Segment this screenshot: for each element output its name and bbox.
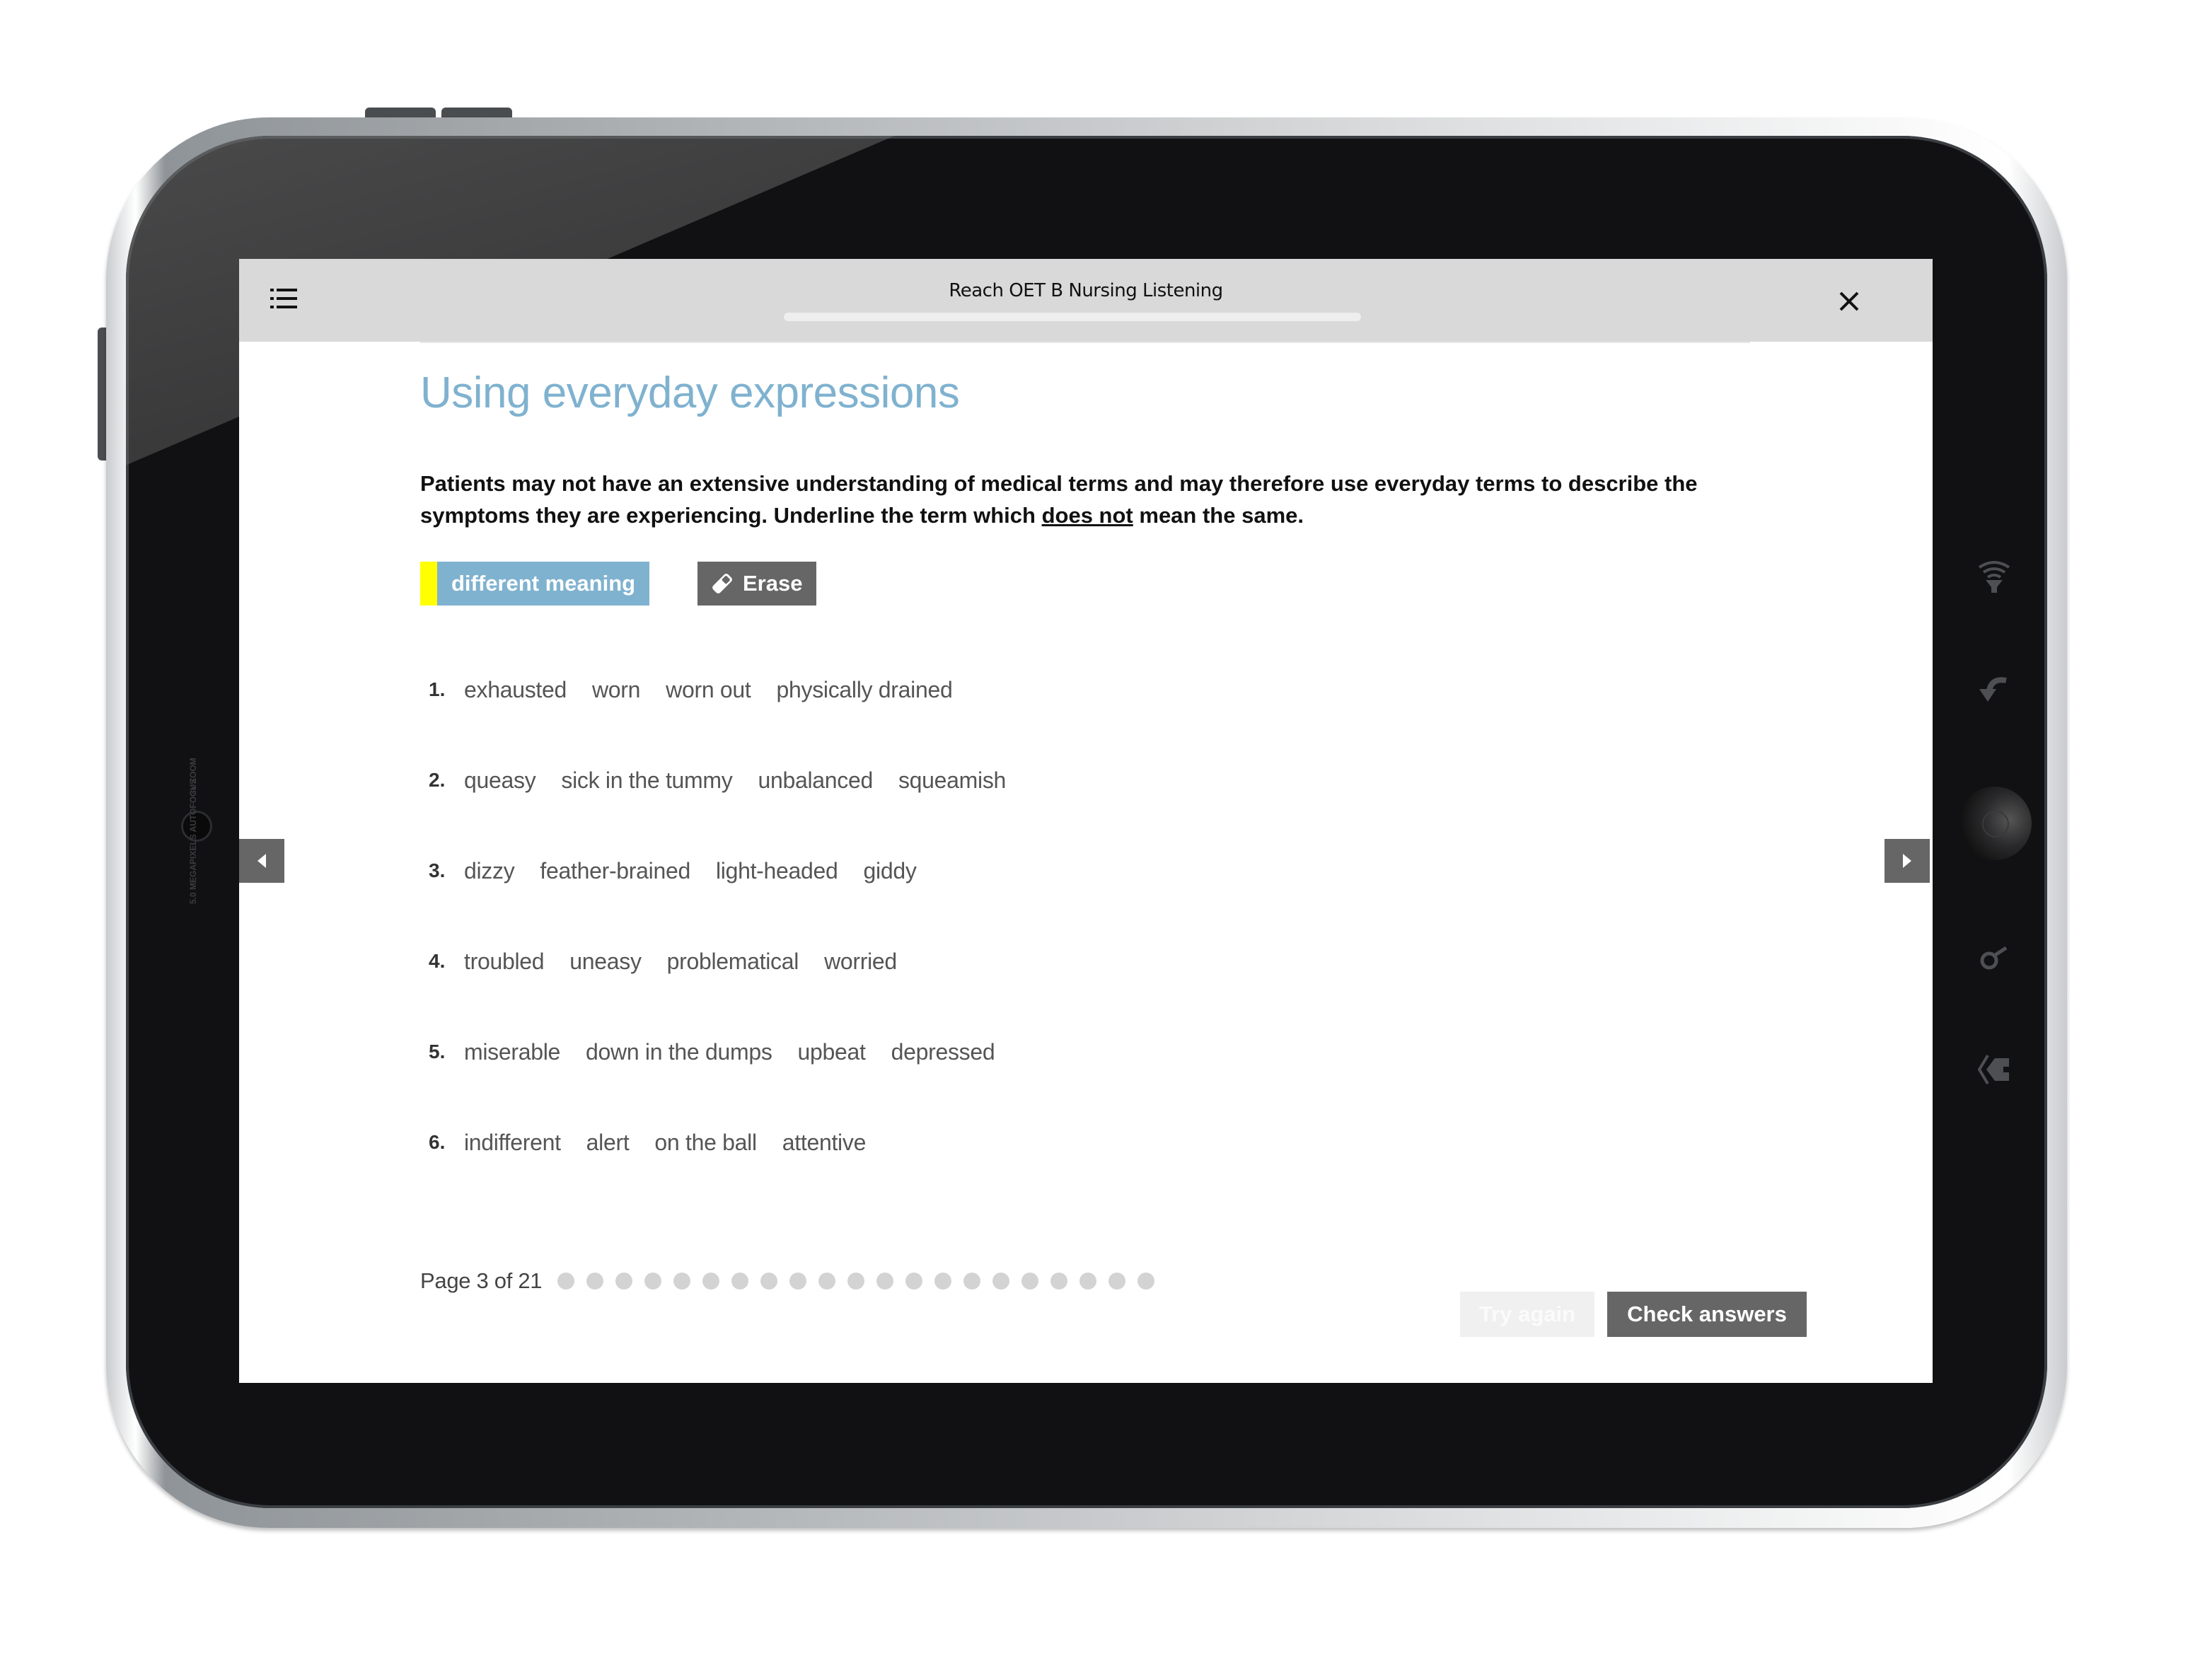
app-header: Reach OET B Nursing Listening bbox=[239, 259, 1933, 342]
camera-mp-label: 5.0 MEGAPIXELS AUTOFOCUS bbox=[188, 778, 198, 904]
answer-option[interactable]: troubled bbox=[464, 949, 545, 975]
page-dot[interactable] bbox=[1050, 1273, 1068, 1290]
app-screen: Reach OET B Nursing Listening Using ever… bbox=[239, 259, 1933, 1383]
page-dot[interactable] bbox=[992, 1273, 1010, 1290]
page-dot[interactable] bbox=[557, 1273, 575, 1290]
answer-option[interactable]: worn out bbox=[666, 677, 751, 703]
question-row: 2. queasy sick in the tummy unbalanced squea… bbox=[429, 759, 1031, 801]
page-dot[interactable] bbox=[702, 1273, 720, 1290]
try-again-button[interactable]: Try again bbox=[1460, 1292, 1594, 1337]
answer-option[interactable]: alert bbox=[586, 1130, 630, 1156]
answer-option[interactable]: problematical bbox=[667, 949, 799, 975]
next-page-button[interactable] bbox=[1885, 839, 1930, 883]
back-icon bbox=[1979, 677, 2007, 702]
highlight-tool-label: different meaning bbox=[451, 571, 636, 596]
instruction-text-end: mean the same. bbox=[1133, 503, 1304, 528]
question-number: 5. bbox=[429, 1041, 446, 1062]
page-dot[interactable] bbox=[644, 1273, 662, 1290]
course-progress-bar bbox=[784, 313, 1361, 321]
answer-option[interactable]: light-headed bbox=[716, 858, 838, 884]
answer-option[interactable]: upbeat bbox=[798, 1039, 866, 1065]
header-divider bbox=[420, 342, 1750, 343]
exercise-instructions: Patients may not have an extensive under… bbox=[420, 468, 1750, 531]
page-dot[interactable] bbox=[847, 1273, 865, 1290]
highlight-tool-button[interactable]: different meaning bbox=[420, 562, 650, 606]
instruction-emphasis: does not bbox=[1041, 503, 1133, 528]
search-icon bbox=[1980, 946, 2008, 970]
question-number: 6. bbox=[429, 1131, 446, 1153]
answer-option[interactable]: indifferent bbox=[464, 1130, 561, 1156]
page-dots bbox=[557, 1273, 1166, 1290]
answer-option[interactable]: down in the dumps bbox=[586, 1039, 772, 1065]
question-number: 4. bbox=[429, 950, 446, 972]
page-dot[interactable] bbox=[905, 1273, 923, 1290]
question-row: 4. troubled uneasy problematical worried bbox=[429, 940, 922, 983]
answer-option[interactable]: sick in the tummy bbox=[561, 767, 732, 794]
page-dot[interactable] bbox=[1137, 1273, 1155, 1290]
answer-option[interactable]: miserable bbox=[464, 1039, 560, 1065]
page-dot[interactable] bbox=[1079, 1273, 1097, 1290]
close-button[interactable] bbox=[1834, 286, 1865, 317]
page-dot[interactable] bbox=[760, 1273, 778, 1290]
page-dot[interactable] bbox=[1021, 1273, 1039, 1290]
question-row: 3. dizzy feather-brained light-headed giddy bbox=[429, 850, 942, 892]
pager: Page 3 of 21 bbox=[420, 1268, 1166, 1294]
question-row: 6. indifferent alert on the ball attentive bbox=[429, 1121, 891, 1164]
erase-tool-label: Erase bbox=[743, 571, 803, 596]
page-dot[interactable] bbox=[1108, 1273, 1126, 1290]
close-icon bbox=[1839, 291, 1859, 311]
question-number: 3. bbox=[429, 859, 446, 881]
caret-left-icon bbox=[257, 854, 266, 868]
page-dot[interactable] bbox=[963, 1273, 981, 1290]
answer-option[interactable]: giddy bbox=[864, 858, 917, 884]
answer-option[interactable]: feather-brained bbox=[540, 858, 690, 884]
page-indicator: Page 3 of 21 bbox=[420, 1268, 543, 1293]
answer-option[interactable]: depressed bbox=[891, 1039, 995, 1065]
question-row: 5. miserable down in the dumps upbeat depres… bbox=[429, 1031, 1020, 1073]
exercise-title: Using everyday expressions bbox=[420, 369, 960, 417]
caret-right-icon bbox=[1903, 854, 1911, 868]
answer-option[interactable]: physically drained bbox=[777, 677, 953, 703]
home-button-ring bbox=[1982, 811, 2009, 838]
question-row: 1. exhausted worn worn out physically draine… bbox=[429, 668, 978, 711]
app-title: Reach OET B Nursing Listening bbox=[949, 280, 1223, 301]
page-dot[interactable] bbox=[818, 1273, 836, 1290]
answer-option[interactable]: uneasy bbox=[569, 949, 642, 975]
answer-option[interactable]: unbalanced bbox=[758, 767, 873, 794]
answer-option[interactable]: worried bbox=[824, 949, 897, 975]
answer-option[interactable]: worn bbox=[592, 677, 640, 703]
answer-option[interactable]: dizzy bbox=[464, 858, 515, 884]
wifi-icon bbox=[1978, 561, 2010, 593]
page-dot[interactable] bbox=[731, 1273, 749, 1290]
previous-page-button[interactable] bbox=[239, 839, 284, 883]
answer-option[interactable]: queasy bbox=[464, 767, 536, 794]
check-answers-button[interactable]: Check answers bbox=[1607, 1292, 1807, 1337]
page-dot[interactable] bbox=[934, 1273, 952, 1290]
page-dot[interactable] bbox=[789, 1273, 807, 1290]
page-dot[interactable] bbox=[615, 1273, 633, 1290]
answer-option[interactable]: attentive bbox=[782, 1130, 867, 1156]
erase-tool-button[interactable]: Erase bbox=[697, 562, 817, 606]
answer-option[interactable]: squeamish bbox=[898, 767, 1006, 794]
page-dot[interactable] bbox=[673, 1273, 691, 1290]
page-dot[interactable] bbox=[586, 1273, 604, 1290]
answer-option[interactable]: on the ball bbox=[654, 1130, 757, 1156]
home-icon bbox=[1977, 1054, 2009, 1085]
question-number: 2. bbox=[429, 769, 446, 791]
eraser-icon bbox=[712, 574, 732, 593]
highlight-color-swatch bbox=[420, 562, 437, 606]
page-dot[interactable] bbox=[876, 1273, 894, 1290]
answer-option[interactable]: exhausted bbox=[464, 677, 567, 703]
question-number: 1. bbox=[429, 678, 446, 700]
